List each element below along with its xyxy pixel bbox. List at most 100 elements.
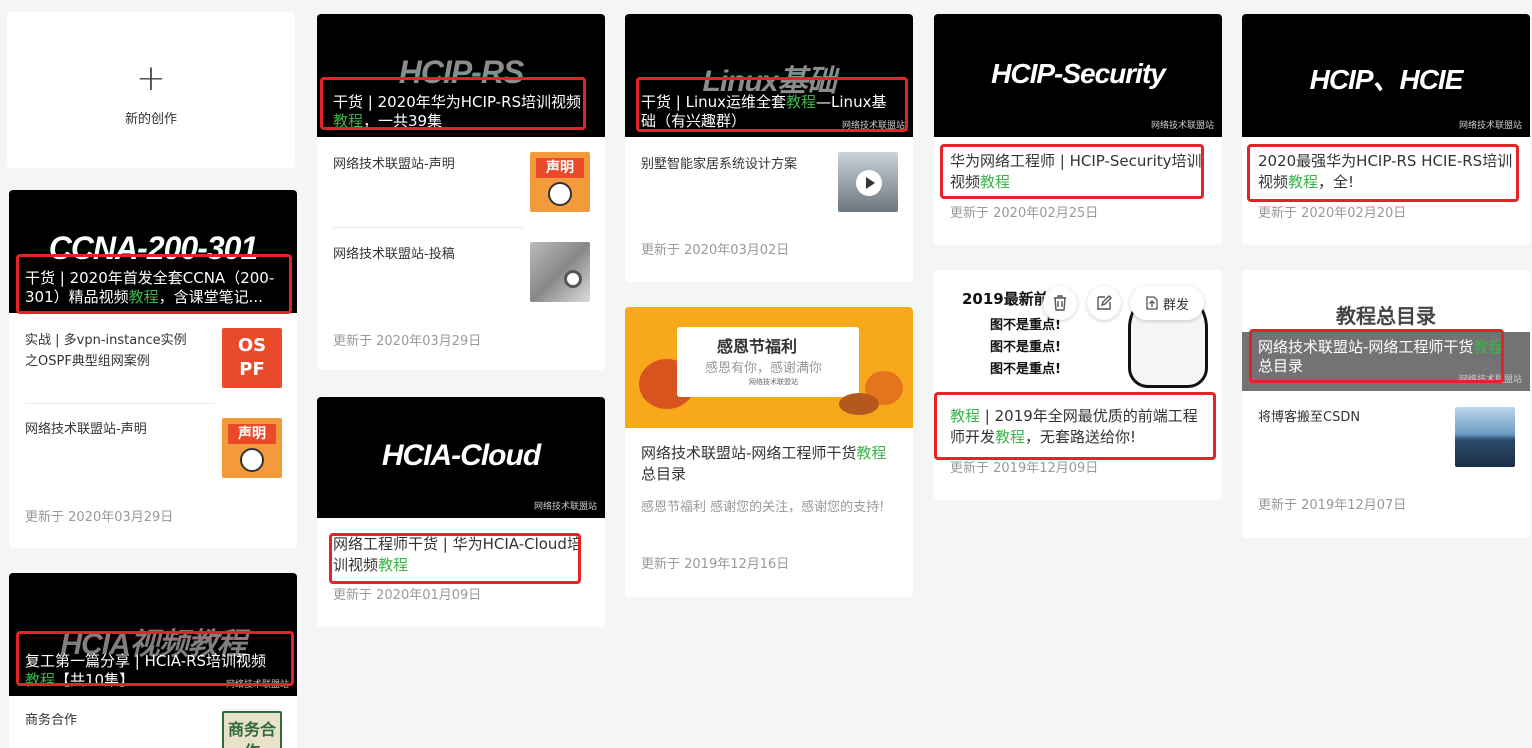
cover-text: HCIP-Security [991,58,1166,89]
title-highlight: 教程 [950,407,981,425]
title-part: ，一共39集 [363,112,443,130]
article-card-hcie[interactable]: HCIP、HCIE 网络技术联盟站 2020最强华为HCIP-RS HCIE-R… [1242,14,1530,245]
article-title[interactable]: 网络工程师干货 | 华为HCIA-Cloud培训视频教程 [333,534,589,576]
title-part: 干货 | 2020年华为HCIP-RS培训视频 [333,93,582,111]
update-date: 更新于 2019年12月16日 [641,557,790,572]
title-highlight: 教程 [1288,173,1319,191]
title-part: 网络工程师干货 | 华为HCIA-Cloud培训视频 [333,535,582,574]
watermark: 网络技术联盟站 [1150,121,1214,131]
edit-icon [1097,295,1112,310]
list-item[interactable]: 别墅智能家居系统设计方案 [641,154,813,175]
article-card-hcia-cloud[interactable]: HCIA-Cloud 网络技术联盟站 网络工程师干货 | 华为HCIA-Clou… [317,397,605,627]
cover-image: Linux基础 干货 | Linux运维全套教程—Linux基础（有兴趣群） 网… [625,14,913,137]
title-part: 复工第一篇分享 | HCIA-RS培训视频 [25,652,267,670]
watermark: 网络技术联盟站 [533,502,597,512]
list-item[interactable]: 实战 | 多vpn-instance实例之OSPF典型组网案例 [25,330,197,372]
article-card-linux[interactable]: Linux基础 干货 | Linux运维全套教程—Linux基础（有兴趣群） 网… [625,14,913,282]
list-item[interactable]: 商务合作 [25,710,197,731]
title-highlight: 教程 [378,556,409,574]
title-part: ，全! [1318,173,1355,191]
cover-image: HCIA-Cloud 网络技术联盟站 [317,397,605,518]
divider [333,227,523,228]
update-date: 更新于 2020年03月02日 [641,243,790,258]
cover-image: HCIP、HCIE 网络技术联盟站 [1242,14,1530,137]
update-date: 更新于 2019年12月07日 [1258,498,1407,513]
list-item[interactable]: 网络技术联盟站-声明 [25,419,197,440]
article-title[interactable]: 2020最强华为HCIP-RS HCIE-RS培训视频教程，全! [1258,151,1514,193]
title-highlight: 教程 [333,112,364,130]
title-part: 【共10集】 [55,671,135,689]
cover-image: HCIA视频教程 复工第一篇分享 | HCIA-RS培训视频教程【共10集】 网… [9,573,297,696]
cover-text: HCIP、HCIE [1309,64,1464,95]
article-card-ccna[interactable]: CCNA-200-301 干货 | 2020年首发全套CCNA（200-301）… [9,190,297,548]
statement-thumbnail: 声明 [530,152,590,212]
new-creation-card[interactable]: + 新的创作 [7,12,295,168]
share-icon [1146,296,1158,310]
cover-text: 教程总目录 [1336,304,1436,328]
landscape-thumbnail [1455,407,1515,467]
banner-subtitle: 感恩有你，感谢满你 [705,361,823,376]
business-thumbnail: 商务合作 [222,711,282,748]
title-part: ，含课堂笔记... [158,288,263,306]
title-highlight: 教程 [128,288,159,306]
update-date: 更新于 2020年03月29日 [333,334,482,349]
title-part: 总目录 [1258,357,1304,375]
article-title[interactable]: 干货 | 2020年华为HCIP-RS培训视频教程，一共39集 [317,25,605,137]
title-highlight: 教程 [980,173,1011,191]
trash-icon [1054,295,1066,311]
statement-thumbnail: 声明 [222,418,282,478]
update-date: 更新于 2019年12月09日 [950,461,1099,476]
mass-send-label: 群发 [1162,297,1189,313]
article-title[interactable]: 网络技术联盟站-网络工程师干货教程总目录 [641,443,897,485]
ospf-thumbnail: OS PF [222,328,282,388]
watermark: 网络技术联盟站 [1458,121,1522,131]
cover-image: HCIP-RS 干货 | 2020年华为HCIP-RS培训视频教程，一共39集 [317,14,605,137]
divider [25,403,215,404]
title-highlight: 教程 [995,428,1026,446]
title-highlight: 教程 [786,93,817,111]
article-title[interactable]: 教程 | 2019年全网最优质的前端工程师开发教程，无套路送给你! [950,406,1206,448]
title-highlight: 教程 [1473,338,1504,356]
cover-line: 图不是重点! [990,340,1061,355]
title-part: ，无套路送给你! [1025,428,1137,446]
article-card-thanksgiving[interactable]: 感恩节福利 感恩有你，感谢满你 网络技术联盟站 网络技术联盟站-网络工程师干货教… [625,307,913,597]
video-thumbnail [838,152,898,212]
play-icon [856,170,882,196]
banner-panel: 感恩节福利 感恩有你，感谢满你 网络技术联盟站 [677,327,859,397]
list-item[interactable]: 网络技术联盟站-声明 [333,154,505,175]
banner-org: 网络技术联盟站 [749,378,798,386]
title-part: 总目录 [641,465,687,483]
plus-icon: + [135,58,167,99]
delete-button[interactable] [1043,286,1077,320]
turkey [839,393,879,415]
article-card-hcip-security[interactable]: HCIP-Security 网络技术联盟站 华为网络工程师 | HCIP-Sec… [934,14,1222,245]
watermark: 网络技术联盟站 [225,680,289,690]
article-desc: 感恩节福利 感谢您的关注，感谢您的支持! [641,500,885,515]
cover-image: CCNA-200-301 干货 | 2020年首发全套CCNA（200-301）… [9,190,297,313]
new-creation-label: 新的创作 [124,112,177,127]
banner-title: 感恩节福利 [717,337,798,356]
list-item[interactable]: 网络技术联盟站-投稿 [333,244,505,265]
article-card-catalog[interactable]: 教程总目录 网络技术联盟站-网络工程师干货教程总目录 网络技术联盟站 将博客搬至… [1242,270,1530,538]
update-date: 更新于 2020年02月20日 [1258,206,1407,221]
watermark: 网络技术联盟站 [1458,375,1522,385]
article-title[interactable]: 干货 | 2020年首发全套CCNA（200-301）精品视频教程，含课堂笔记.… [9,261,297,313]
cover-text: HCIA-Cloud [381,439,541,472]
article-card-frontend[interactable]: 2019最新前 图不是重点! 图不是重点! 图不是重点! 群发 教程 | 201… [934,270,1222,500]
article-title[interactable]: 华为网络工程师 | HCIP-Security培训视频教程 [950,151,1206,193]
watermark: 网络技术联盟站 [841,121,905,131]
update-date: 更新于 2020年01月09日 [333,588,482,603]
megaphone-icon [240,448,264,472]
article-card-hcip-rs[interactable]: HCIP-RS 干货 | 2020年华为HCIP-RS培训视频教程，一共39集 … [317,14,605,370]
cover-image: HCIP-Security 网络技术联盟站 [934,14,1222,137]
cover-line: 图不是重点! [990,362,1061,377]
update-date: 更新于 2020年02月25日 [950,206,1099,221]
list-item[interactable]: 将博客搬至CSDN [1258,407,1430,428]
laptop-thumbnail [530,242,590,302]
title-highlight: 教程 [25,671,56,689]
mass-send-button[interactable]: 群发 [1130,286,1204,320]
cover-image: 教程总目录 网络技术联盟站-网络工程师干货教程总目录 网络技术联盟站 [1242,270,1530,391]
title-part: 网络技术联盟站-网络工程师干货 [641,444,857,462]
edit-button[interactable] [1087,286,1121,320]
article-card-hcia-rs[interactable]: HCIA视频教程 复工第一篇分享 | HCIA-RS培训视频教程【共10集】 网… [9,573,297,748]
